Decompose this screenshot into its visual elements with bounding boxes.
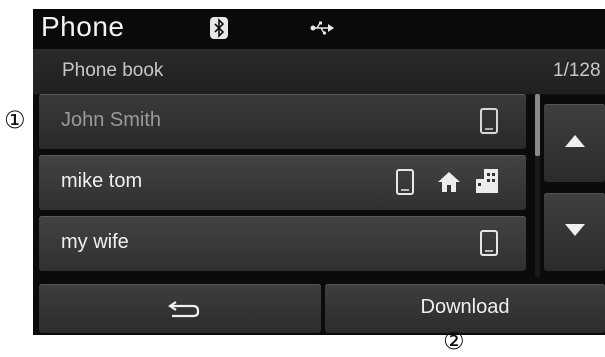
phone-book-title: Phone book	[62, 60, 164, 81]
usb-icon	[310, 21, 334, 35]
bluetooth-icon	[210, 17, 228, 39]
callout-2: ②	[443, 328, 465, 355]
office-icon	[475, 168, 499, 199]
contact-name: my wife	[61, 231, 129, 253]
home-icon	[437, 171, 461, 198]
back-icon	[168, 301, 200, 318]
download-button[interactable]: Download	[325, 284, 605, 333]
callout-1: ①	[4, 107, 26, 134]
scrollbar[interactable]	[535, 94, 540, 277]
contact-row-john-smith[interactable]: John Smith	[39, 94, 526, 149]
mobile-icon	[480, 108, 498, 139]
mobile-icon	[396, 169, 414, 200]
phone-book-header: Phone book 1/128	[33, 49, 605, 95]
phone-screen: Phone Phone book 1/128 John Smith mike t…	[33, 9, 605, 335]
scrollbar-thumb[interactable]	[535, 94, 540, 156]
arrow-down-icon	[565, 224, 585, 236]
arrow-up-icon	[565, 135, 585, 147]
app-title: Phone	[41, 11, 125, 42]
contact-name: mike tom	[61, 170, 143, 192]
scroll-down-button[interactable]	[544, 193, 605, 271]
contact-row-mike-tom[interactable]: mike tom	[39, 155, 526, 210]
contact-row-my-wife[interactable]: my wife	[39, 216, 526, 271]
contact-name: John Smith	[61, 109, 162, 131]
download-label: Download	[420, 296, 510, 318]
status-bar: Phone	[33, 9, 605, 49]
back-button[interactable]	[39, 284, 321, 333]
page-indicator: 1/128	[553, 60, 601, 81]
mobile-icon	[480, 230, 498, 261]
scroll-up-button[interactable]	[544, 104, 605, 182]
